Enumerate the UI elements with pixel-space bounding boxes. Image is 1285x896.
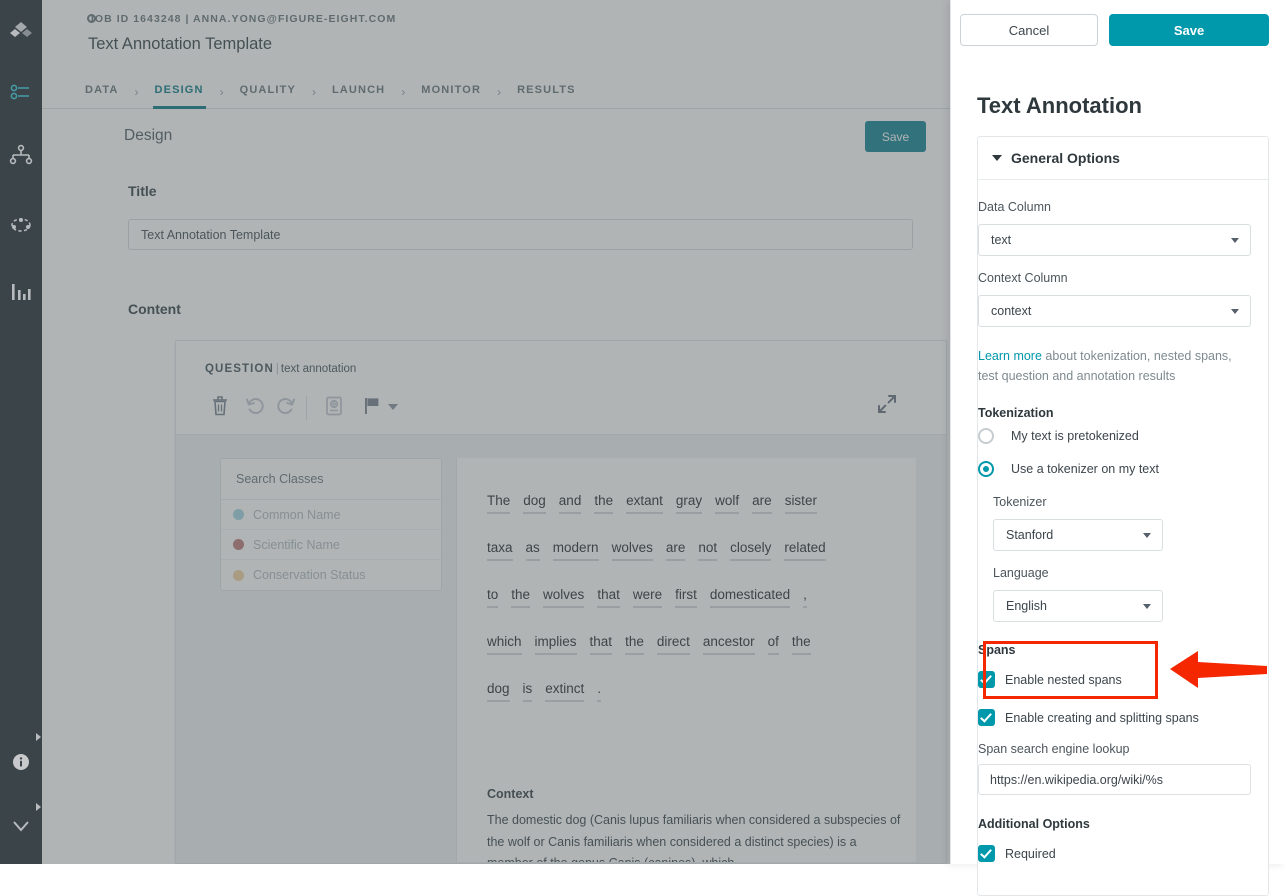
settings-panel: Cancel Save Text Annotation General Opti… xyxy=(950,0,1285,896)
chevron-down-icon xyxy=(1143,533,1151,538)
analytics-icon[interactable] xyxy=(0,281,42,303)
workflow-icon[interactable] xyxy=(0,144,42,166)
language-select[interactable]: English xyxy=(993,590,1163,622)
data-column-label: Data Column xyxy=(978,200,1051,214)
data-column-value: text xyxy=(991,233,1012,247)
tokenization-header: Tokenization xyxy=(978,406,1054,420)
general-options-header[interactable]: General Options xyxy=(978,137,1268,180)
checkbox-required[interactable] xyxy=(978,845,995,862)
tokenizer-value: Stanford xyxy=(1006,528,1054,542)
general-options-label: General Options xyxy=(1011,150,1120,166)
context-column-label: Context Column xyxy=(978,271,1068,285)
logo-diamond-icon[interactable] xyxy=(0,20,42,46)
rail-expand-arrow-bottom-icon[interactable] xyxy=(36,803,41,811)
team-icon[interactable] xyxy=(0,214,42,236)
context-column-select[interactable]: context xyxy=(978,295,1251,327)
learn-more-text: Learn more about tokenization, nested sp… xyxy=(978,346,1236,386)
learn-more-link[interactable]: Learn more xyxy=(978,349,1042,363)
radio-use-tokenizer-label: Use a tokenizer on my text xyxy=(1011,462,1159,476)
radio-pretokenized[interactable] xyxy=(978,428,994,444)
panel-title: Text Annotation xyxy=(977,93,1142,118)
data-column-select[interactable]: text xyxy=(978,224,1251,256)
jobs-icon[interactable] xyxy=(0,82,42,102)
chevron-down-icon xyxy=(1231,238,1239,243)
chevron-down-icon xyxy=(992,155,1002,161)
checkbox-required-label: Required xyxy=(1005,847,1056,861)
checkbox-nested-spans-label: Enable nested spans xyxy=(1005,673,1122,687)
tokenizer-select[interactable]: Stanford xyxy=(993,519,1163,551)
save-button[interactable]: Save xyxy=(1109,14,1269,46)
chevron-down-icon xyxy=(1231,309,1239,314)
cancel-button[interactable]: Cancel xyxy=(960,14,1098,46)
radio-use-tokenizer[interactable] xyxy=(978,461,994,477)
checkbox-nested-spans[interactable] xyxy=(978,671,995,688)
radio-pretokenized-label: My text is pretokenized xyxy=(1011,429,1139,443)
left-nav-rail xyxy=(0,0,42,864)
rail-expand-arrow-top-icon[interactable] xyxy=(36,733,41,741)
additional-options-header: Additional Options xyxy=(978,817,1090,831)
chevron-down-icon xyxy=(1143,604,1151,609)
context-column-value: context xyxy=(991,304,1032,318)
collapse-chevron-icon[interactable] xyxy=(0,817,42,835)
span-lookup-label: Span search engine lookup xyxy=(978,742,1130,756)
span-lookup-input[interactable] xyxy=(978,764,1251,795)
modal-overlay[interactable] xyxy=(42,0,950,864)
info-icon[interactable] xyxy=(0,751,42,773)
checkbox-create-split-spans[interactable] xyxy=(978,709,995,726)
spans-header: Spans xyxy=(978,643,1016,657)
language-label: Language xyxy=(993,566,1049,580)
tokenizer-label: Tokenizer xyxy=(993,495,1047,509)
language-value: English xyxy=(1006,599,1047,613)
checkbox-create-split-spans-label: Enable creating and splitting spans xyxy=(1005,711,1199,725)
